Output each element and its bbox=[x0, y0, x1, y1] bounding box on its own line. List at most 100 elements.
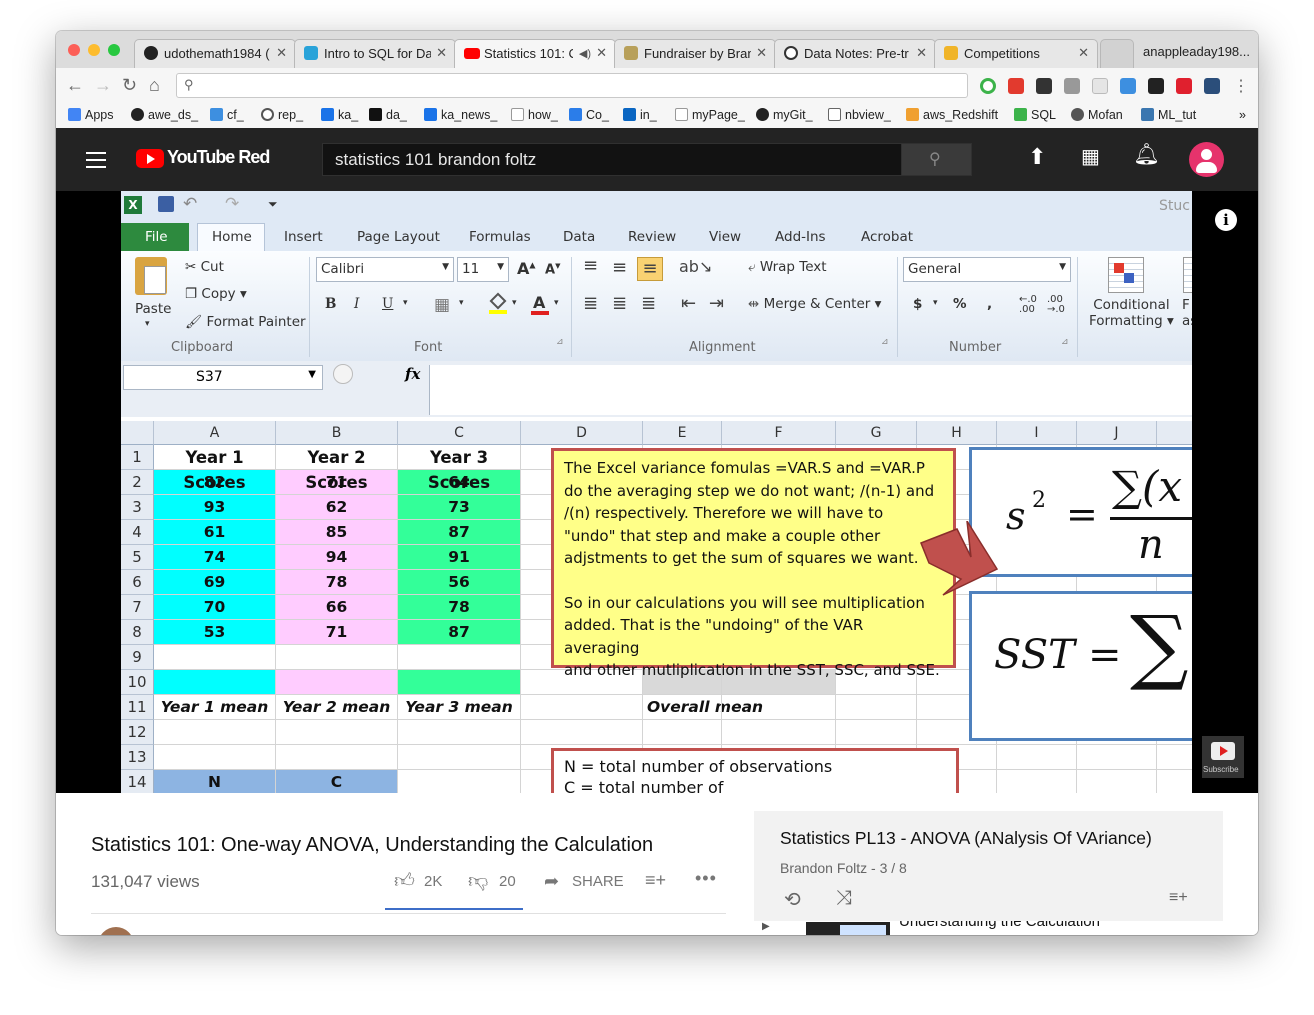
subscribe-watermark[interactable]: Subscribe bbox=[1202, 736, 1244, 778]
percent-button[interactable]: % bbox=[953, 296, 967, 312]
column-header[interactable]: H bbox=[917, 421, 997, 445]
grid-cell[interactable] bbox=[276, 670, 398, 695]
fill-color-icon[interactable] bbox=[489, 292, 507, 314]
grid-cell[interactable] bbox=[521, 720, 643, 745]
tab-insert[interactable]: Insert bbox=[284, 229, 323, 245]
close-icon[interactable]: ✕ bbox=[1078, 45, 1089, 61]
name-box-dropdown-icon[interactable]: ▼ bbox=[308, 369, 316, 380]
grid-cell[interactable] bbox=[398, 545, 521, 570]
hamburger-menu-icon[interactable] bbox=[86, 152, 106, 168]
grid-cell[interactable] bbox=[154, 695, 276, 720]
grid-cell[interactable] bbox=[154, 720, 276, 745]
currency-dropdown-icon[interactable]: ▾ bbox=[933, 298, 938, 308]
column-header[interactable]: G bbox=[836, 421, 917, 445]
notifications-bell-icon[interactable]: 🔔︎ bbox=[1133, 143, 1160, 167]
paste-icon[interactable] bbox=[135, 257, 167, 295]
tab-review[interactable]: Review bbox=[628, 229, 676, 245]
decrease-indent-icon[interactable]: ⇤ bbox=[681, 293, 696, 314]
bookmark[interactable]: da_ bbox=[369, 108, 407, 122]
paste-button[interactable]: Paste bbox=[135, 301, 171, 317]
grid-cell[interactable] bbox=[836, 695, 917, 720]
row-header[interactable]: 3 bbox=[121, 495, 154, 520]
more-actions-icon[interactable]: ••• bbox=[695, 868, 717, 889]
grid-cell[interactable] bbox=[398, 770, 521, 793]
increase-indent-icon[interactable]: ⇥ bbox=[709, 293, 724, 314]
bookmark[interactable]: SQL bbox=[1014, 108, 1056, 122]
add-to-playlist-icon[interactable]: ≡+ bbox=[645, 870, 666, 891]
grid-cell[interactable] bbox=[154, 520, 276, 545]
select-all-corner[interactable] bbox=[121, 421, 154, 445]
share-icon[interactable]: ➦ bbox=[544, 871, 559, 892]
align-middle-icon[interactable]: ≡ bbox=[612, 257, 627, 278]
extension-youtube-icon[interactable] bbox=[1176, 78, 1192, 94]
close-icon[interactable]: ✕ bbox=[436, 45, 447, 61]
wrap-text-button[interactable]: ⤶ Wrap Text bbox=[748, 259, 827, 275]
column-header[interactable]: D bbox=[521, 421, 643, 445]
grid-cell[interactable] bbox=[836, 720, 917, 745]
tab-home[interactable]: Home bbox=[197, 223, 265, 252]
borders-dropdown-icon[interactable]: ▾ bbox=[459, 298, 464, 308]
cut-button[interactable]: ✂ Cut bbox=[185, 259, 224, 275]
underline-dropdown-icon[interactable]: ▾ bbox=[403, 298, 408, 308]
paste-dropdown-icon[interactable]: ▾ bbox=[145, 319, 150, 329]
video-player[interactable]: X ↶ ↷ ⏷ Stuc File Home Insert Page Layou… bbox=[56, 191, 1258, 793]
tab-1[interactable]: Intro to SQL for Da ✕ bbox=[294, 39, 456, 68]
address-bar[interactable]: ⚲ bbox=[176, 73, 968, 98]
loop-icon[interactable]: ⟲ bbox=[784, 887, 801, 912]
home-icon[interactable]: ⌂ bbox=[149, 75, 160, 96]
conditional-formatting-icon[interactable] bbox=[1108, 257, 1144, 293]
search-button[interactable]: ⚲ bbox=[901, 143, 972, 176]
profile-name[interactable]: anappleaday198... bbox=[1143, 44, 1250, 59]
extension-blue-icon[interactable] bbox=[1120, 78, 1136, 94]
grid-cell[interactable] bbox=[154, 495, 276, 520]
comma-button[interactable]: , bbox=[987, 296, 992, 312]
row-header[interactable]: 6 bbox=[121, 570, 154, 595]
dialog-launcher-icon[interactable]: ⊿ bbox=[556, 337, 564, 347]
info-icon[interactable]: i bbox=[1215, 209, 1237, 231]
grid-cell[interactable] bbox=[398, 670, 521, 695]
grid-cell[interactable] bbox=[276, 645, 398, 670]
close-icon[interactable]: ✕ bbox=[596, 45, 607, 61]
grid-cell[interactable] bbox=[154, 645, 276, 670]
bookmark[interactable]: awe_ds_ bbox=[131, 108, 198, 122]
italic-button[interactable]: I bbox=[354, 296, 359, 312]
grid-cell[interactable] bbox=[398, 570, 521, 595]
extension-navy-icon[interactable] bbox=[1204, 78, 1220, 94]
tab-formulas[interactable]: Formulas bbox=[469, 229, 531, 245]
currency-button[interactable]: $ bbox=[913, 296, 922, 312]
merge-center-button[interactable]: ⇹ Merge & Center ▾ bbox=[748, 296, 881, 312]
bookmark[interactable]: cf_ bbox=[210, 108, 244, 122]
grid-cell[interactable] bbox=[276, 720, 398, 745]
font-name-select[interactable]: Calibri ▼ bbox=[316, 257, 454, 282]
grid-cell[interactable] bbox=[398, 620, 521, 645]
copy-button[interactable]: ❐ Copy ▾ bbox=[185, 286, 247, 302]
row-header[interactable]: 12 bbox=[121, 720, 154, 745]
menu-kebab-icon[interactable]: ⋮ bbox=[1233, 76, 1249, 96]
tab-acrobat[interactable]: Acrobat bbox=[861, 229, 913, 245]
row-header[interactable]: 1 bbox=[121, 445, 154, 470]
bookmark[interactable]: myGit_ bbox=[756, 108, 813, 122]
align-right-icon[interactable]: ≣ bbox=[641, 293, 656, 314]
grid-cell[interactable] bbox=[398, 445, 521, 470]
row-header[interactable]: 11 bbox=[121, 695, 154, 720]
qat-customize-icon[interactable]: ⏷ bbox=[268, 197, 278, 212]
bookmark[interactable]: in_ bbox=[623, 108, 657, 122]
grid-cell[interactable] bbox=[154, 770, 276, 793]
close-icon[interactable]: ✕ bbox=[916, 45, 927, 61]
forward-icon[interactable]: → bbox=[94, 75, 112, 96]
tab-data[interactable]: Data bbox=[563, 229, 595, 245]
grid-cell[interactable] bbox=[1077, 745, 1157, 770]
playlist-title[interactable]: Statistics PL13 - ANOVA (ANalysis Of VAr… bbox=[780, 828, 1152, 849]
grid-cell[interactable] bbox=[398, 695, 521, 720]
grid-cell[interactable] bbox=[398, 495, 521, 520]
grid-cell[interactable] bbox=[398, 720, 521, 745]
thumbs-up-icon[interactable]: 👍︎ bbox=[394, 869, 415, 893]
grid-cell[interactable] bbox=[154, 445, 276, 470]
bookmark[interactable]: ML_tut bbox=[1141, 108, 1196, 122]
grid-cell[interactable] bbox=[276, 545, 398, 570]
grid-cell[interactable] bbox=[1157, 770, 1192, 793]
grid-cell[interactable] bbox=[276, 695, 398, 720]
search-input[interactable]: statistics 101 brandon foltz bbox=[322, 143, 902, 176]
channel-avatar[interactable] bbox=[98, 927, 134, 935]
youtube-logo-icon[interactable] bbox=[136, 149, 164, 168]
